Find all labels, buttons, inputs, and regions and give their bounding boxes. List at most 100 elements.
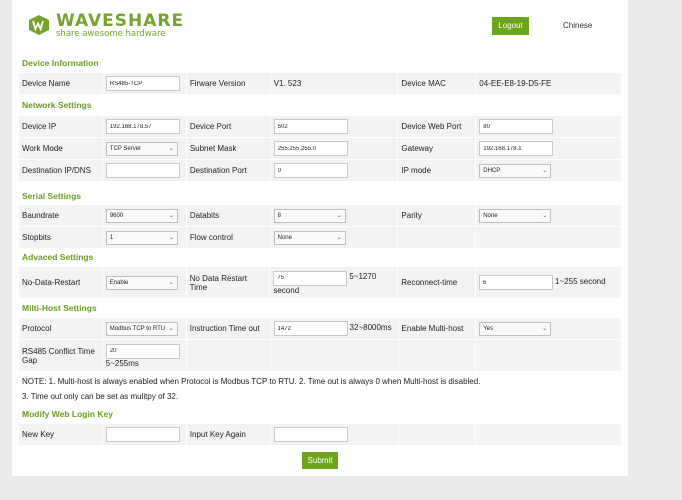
databits-label: Databits: [185, 204, 271, 227]
table-row: Device IP Device Port Device Web Port: [18, 115, 622, 138]
instruction-timeout-label: Instruction Time out: [185, 317, 271, 340]
chevron-down-icon: ⌄: [542, 167, 548, 174]
network-settings-table: Device IP Device Port Device Web Port Wo…: [18, 115, 622, 182]
subnet-mask-input[interactable]: [273, 141, 348, 156]
baudrate-select[interactable]: 9600 ⌄: [105, 208, 178, 223]
destination-port-input[interactable]: [273, 163, 348, 178]
table-row: Protocol Modbus TCP to RTU ⌄ Instruction …: [18, 317, 622, 340]
chevron-down-icon: ⌄: [168, 234, 174, 241]
multi-host-note-1: NOTE: 1. Multi-host is always enabled wh…: [22, 377, 481, 386]
section-title-advanced-settings: Advaced Settings: [22, 252, 94, 262]
work-mode-select[interactable]: TCP Server ⌄: [105, 141, 178, 156]
new-key-label: New Key: [18, 423, 103, 446]
language-switch-link[interactable]: Chinese: [563, 21, 592, 30]
brand-tagline: share awesome hardware: [56, 29, 166, 39]
table-row: Device Name Firware Version V1. 523 Devi…: [18, 72, 622, 95]
multi-host-note-2: 3. Time out only can be set as mulitpy o…: [22, 392, 179, 401]
no-data-restart-time-input[interactable]: [273, 270, 348, 286]
parity-label: Parity: [397, 204, 477, 227]
logout-button[interactable]: Logout: [492, 17, 529, 35]
ip-mode-select[interactable]: DHCP ⌄: [479, 163, 552, 178]
destination-ip-label: Destination IP/DNS: [18, 159, 103, 182]
stopbits-select[interactable]: 1 ⌄: [105, 230, 178, 245]
section-title-serial-settings: Serial Settings: [22, 191, 82, 201]
chevron-down-icon: ⌄: [168, 325, 174, 332]
rs485-conflict-label: RS485 Conflict Time Gap: [18, 339, 103, 372]
input-key-again-input[interactable]: [273, 427, 348, 442]
login-key-table: New Key Input Key Again: [18, 423, 622, 446]
main-panel: WAVESHARE share awesome hardware Logout …: [12, 0, 628, 476]
device-name-input[interactable]: [105, 76, 180, 91]
reconnect-time-input[interactable]: [479, 275, 554, 290]
device-mac-value: 04-EE-E8-19-D5-FE: [475, 72, 622, 95]
chevron-down-icon: ⌄: [168, 212, 174, 219]
reconnect-time-label: Reconnect-time: [397, 266, 477, 299]
section-title-login-key: Modify Web Login Key: [22, 409, 113, 419]
rs485-conflict-range: 5~255ms: [105, 358, 139, 368]
firmware-version-label: Firware Version: [185, 72, 271, 95]
chevron-down-icon: ⌄: [336, 212, 342, 219]
enable-multi-host-label: Enable Multi-host: [397, 317, 477, 340]
destination-ip-input[interactable]: [105, 163, 180, 178]
device-web-port-label: Device Web Port: [397, 115, 477, 138]
destination-port-label: Destination Port: [185, 159, 271, 182]
no-data-restart-select[interactable]: Enable ⌄: [105, 275, 178, 290]
table-row: RS485 Conflict Time Gap 5~255ms: [18, 339, 622, 372]
enable-multi-host-select[interactable]: Yes ⌄: [479, 321, 552, 336]
device-web-port-input[interactable]: [479, 119, 554, 134]
no-data-restart-time-unit: second: [273, 285, 300, 295]
chevron-down-icon: ⌄: [542, 325, 548, 332]
gateway-input[interactable]: [479, 141, 554, 156]
device-name-label: Device Name: [18, 72, 103, 95]
serial-settings-table: Baundrate 9600 ⌄ Databits 8 ⌄ Parity None ⌄…: [18, 204, 622, 249]
advanced-settings-table: No-Data-Restart Enable ⌄ No Data Restart …: [18, 266, 622, 299]
device-information-table: Device Name Firware Version V1. 523 Devi…: [18, 72, 622, 95]
header: WAVESHARE share awesome hardware Logout …: [12, 0, 628, 50]
chevron-down-icon: ⌄: [168, 279, 174, 286]
reconnect-time-range: 1~255 second: [555, 276, 606, 286]
protocol-select[interactable]: Modbus TCP to RTU ⌄: [105, 321, 178, 336]
device-ip-label: Device IP: [18, 115, 103, 138]
chevron-down-icon: ⌄: [336, 234, 342, 241]
new-key-input[interactable]: [105, 427, 180, 442]
no-data-restart-label: No-Data-Restart: [18, 266, 103, 299]
no-data-restart-time-range: 5~1270: [349, 272, 377, 281]
stopbits-label: Stopbits: [18, 226, 103, 249]
waveshare-logo-icon: [29, 15, 49, 35]
flow-control-select[interactable]: None ⌄: [273, 230, 346, 245]
section-title-multi-host-settings: Milti-Host Settings: [22, 303, 97, 313]
table-row: No-Data-Restart Enable ⌄ No Data Restart …: [18, 266, 622, 299]
baudrate-label: Baundrate: [18, 204, 103, 227]
databits-select[interactable]: 8 ⌄: [273, 208, 346, 223]
table-row: New Key Input Key Again: [18, 423, 622, 446]
no-data-restart-time-label: No Data Restart Time: [185, 266, 271, 299]
table-row: Baundrate 9600 ⌄ Databits 8 ⌄ Parity None ⌄: [18, 204, 622, 227]
device-mac-label: Device MAC: [397, 72, 477, 95]
table-row: Destination IP/DNS Destination Port IP m…: [18, 159, 622, 182]
parity-select[interactable]: None ⌄: [479, 208, 552, 223]
subnet-mask-label: Subnet Mask: [185, 137, 271, 160]
section-title-network-settings: Network Settings: [22, 100, 92, 110]
device-port-input[interactable]: [273, 119, 348, 134]
multi-host-settings-table: Protocol Modbus TCP to RTU ⌄ Instruction …: [18, 317, 622, 372]
table-row: Stopbits 1 ⌄ Flow control None ⌄: [18, 226, 622, 249]
input-key-again-label: Input Key Again: [185, 423, 271, 446]
chevron-down-icon: ⌄: [168, 145, 174, 152]
gateway-label: Gateway: [397, 137, 477, 160]
instruction-timeout-range: 32~8000ms: [349, 322, 392, 332]
table-row: Work Mode TCP Server⌄ Subnet Mask Gatewa…: [18, 137, 622, 160]
firmware-version-value: V1. 523: [269, 72, 399, 95]
chevron-down-icon: ⌄: [542, 212, 548, 219]
flow-control-label: Flow control: [185, 226, 271, 249]
rs485-conflict-input[interactable]: [105, 343, 180, 359]
ip-mode-label: IP mode: [397, 159, 477, 182]
instruction-timeout-input[interactable]: [273, 321, 348, 336]
section-title-device-information: Device Information: [22, 58, 99, 68]
device-ip-input[interactable]: [105, 119, 180, 134]
device-port-label: Device Port: [185, 115, 271, 138]
brand-name: WAVESHARE: [56, 11, 185, 31]
protocol-label: Protocol: [18, 317, 103, 340]
submit-button[interactable]: Submit: [302, 452, 338, 469]
work-mode-label: Work Mode: [18, 137, 103, 160]
waveshare-logo: WAVESHARE share awesome hardware: [24, 12, 183, 42]
